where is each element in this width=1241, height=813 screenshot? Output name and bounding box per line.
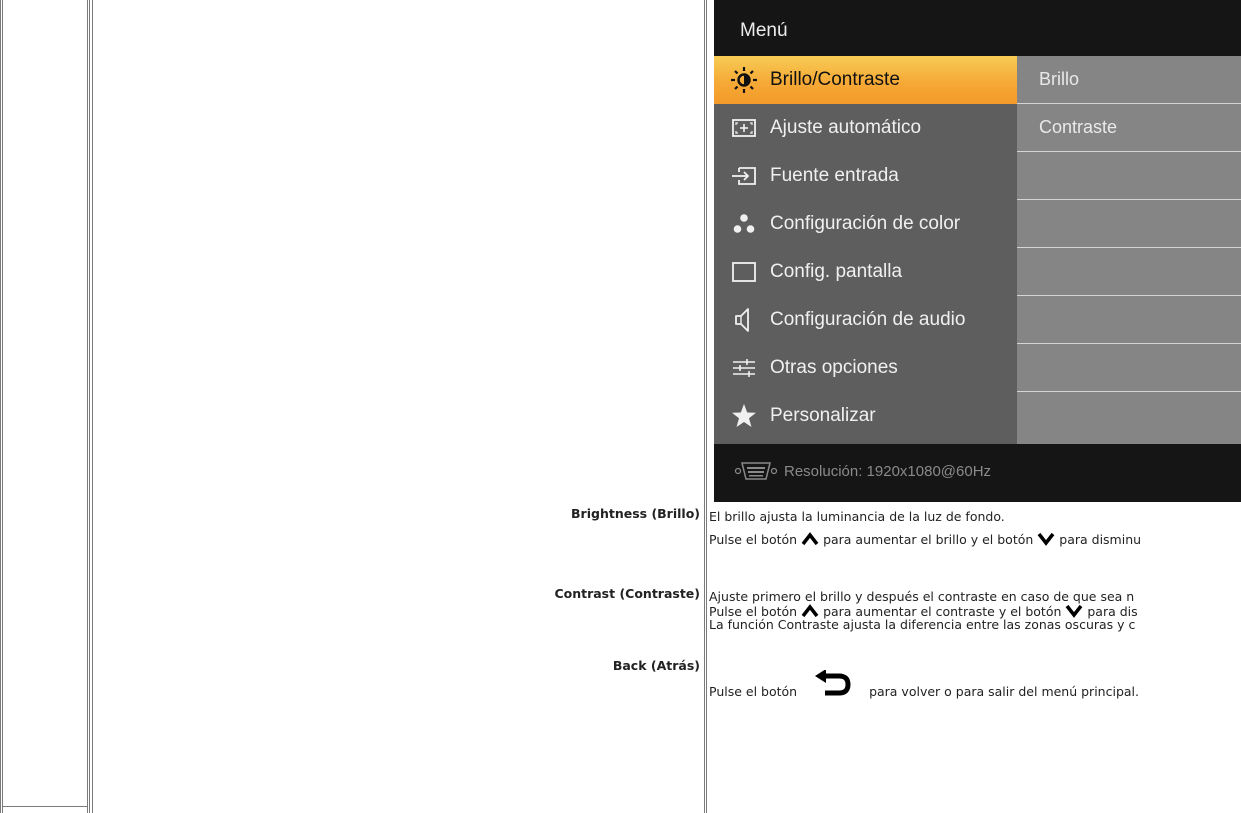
up-arrow-icon	[801, 532, 819, 546]
submenu-item-empty	[1017, 152, 1241, 200]
vga-connector-icon	[734, 462, 778, 480]
menu-item-label: Configuración de audio	[770, 309, 966, 330]
submenu-item-label: Contraste	[1039, 117, 1118, 137]
color-dots-icon	[733, 214, 755, 233]
menu-item-label: Ajuste automático	[770, 117, 922, 138]
left-border-line	[0, 0, 1, 813]
desc-text: Pulse el botón	[709, 684, 798, 699]
menu-item-label: Fuente entrada	[770, 165, 899, 186]
row-label-brightness: Brightness (Brillo)	[571, 506, 700, 521]
content-column-border	[92, 0, 93, 813]
osd-footer: Resolución: 1920x1080@60Hz	[714, 444, 1241, 502]
submenu-item-empty	[1017, 392, 1241, 440]
menu-item-audio-settings: Configuración de audio	[714, 296, 1017, 344]
down-arrow-icon	[1066, 604, 1083, 618]
menu-item-label: Otras opciones	[770, 357, 898, 378]
row-label-back: Back (Atrás)	[612, 658, 700, 673]
menu-item-auto-adjust: Ajuste automático	[714, 104, 1017, 152]
down-arrow-icon	[1037, 532, 1055, 546]
desc-text: para aumentar el brillo y el botón	[823, 532, 1034, 547]
osd-menu-image: Menú Brillo/Contraste Ajuste automático …	[714, 0, 1241, 502]
sliders-icon	[733, 359, 755, 377]
menu-item-color-settings: Configuración de color	[714, 200, 1017, 248]
desc-column-border-2	[706, 0, 707, 813]
desc-text: Pulse el botón	[709, 532, 798, 547]
menu-item-brightness-contrast: Brillo/Contraste	[714, 56, 1017, 104]
menu-item-label: Personalizar	[770, 405, 876, 426]
osd-main-menu: Brillo/Contraste Ajuste automático Fuent…	[714, 56, 1017, 444]
osd-title: Menú	[740, 20, 788, 41]
display-icon	[732, 262, 756, 282]
auto-adjust-icon	[732, 119, 756, 137]
menu-item-input-source: Fuente entrada	[714, 152, 1017, 200]
brightness-description-line2: Pulse el botón para aumentar el brillo y…	[709, 532, 1141, 547]
desc-column-border	[704, 0, 705, 813]
menu-item-display-settings: Config. pantalla	[714, 248, 1017, 296]
brightness-description-line1: El brillo ajusta la luminancia de la luz…	[709, 509, 1005, 524]
back-description: Pulse el botón para volver o para salir …	[709, 669, 1139, 699]
contrast-description-line3: La función Contraste ajusta la diferenci…	[709, 617, 1136, 632]
nav-column-border-2	[89, 0, 90, 813]
desc-text: para disminu	[1059, 532, 1142, 547]
menu-item-label: Config. pantalla	[770, 261, 903, 282]
speaker-icon	[735, 308, 749, 332]
submenu-item-empty	[1017, 200, 1241, 248]
up-arrow-icon	[801, 604, 819, 618]
menu-item-label: Configuración de color	[770, 213, 961, 234]
submenu-item-label: Brillo	[1039, 69, 1080, 89]
desc-text: para volver o para salir del menú princi…	[869, 684, 1139, 699]
submenu-item-empty	[1017, 344, 1241, 392]
menu-item-other-settings: Otras opciones	[714, 344, 1017, 392]
brightness-icon	[731, 67, 757, 93]
input-source-icon	[732, 167, 756, 185]
submenu-item-contrast: Contraste	[1017, 104, 1241, 152]
left-border-line-inner	[2, 0, 3, 813]
osd-submenu: Brillo Contraste	[1017, 56, 1241, 444]
menu-item-label: Brillo/Contraste	[770, 69, 900, 90]
back-arrow-icon	[815, 669, 851, 696]
row-label-contrast: Contrast (Contraste)	[554, 586, 700, 601]
contrast-description-line1: Ajuste primero el brillo y después el co…	[709, 589, 1135, 604]
submenu-item-empty	[1017, 248, 1241, 296]
star-icon	[732, 404, 756, 427]
submenu-item-empty	[1017, 296, 1241, 344]
nav-column-bottom	[2, 806, 88, 807]
nav-column-border	[87, 0, 88, 813]
resolution-text: Resolución: 1920x1080@60Hz	[784, 463, 992, 480]
menu-item-personalize: Personalizar	[714, 392, 1017, 440]
submenu-item-brightness: Brillo	[1017, 56, 1241, 104]
